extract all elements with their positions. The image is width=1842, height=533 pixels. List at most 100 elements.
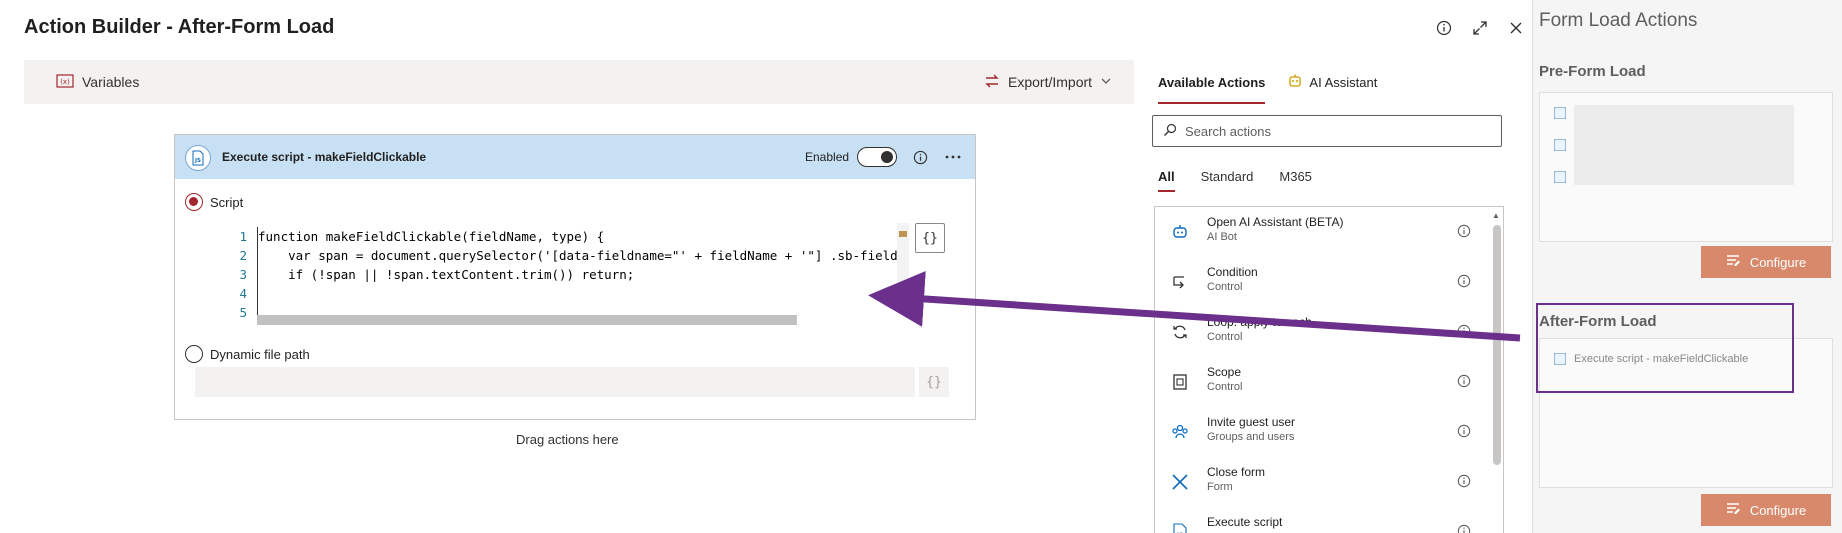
- list-item-open-ai-assistant[interactable]: Open AI Assistant (BETA) AI Bot: [1155, 207, 1485, 257]
- swap-arrows-icon: [984, 73, 1000, 92]
- card-header[interactable]: JS Execute script - makeFieldClickable E…: [175, 135, 975, 179]
- search-actions-input[interactable]: Search actions: [1152, 115, 1502, 147]
- list-item-invite-guest-user[interactable]: Invite guest user Groups and users: [1155, 407, 1485, 457]
- enabled-label: Enabled: [805, 150, 850, 164]
- invite-user-icon: [1169, 421, 1191, 443]
- line-number: 2: [239, 248, 247, 263]
- code-lines[interactable]: function makeFieldClickable(fieldName, t…: [257, 227, 898, 317]
- configure-icon: [1726, 502, 1742, 519]
- execute-script-card[interactable]: JS Execute script - makeFieldClickable E…: [174, 134, 976, 420]
- annotation-highlight-box: [1536, 303, 1794, 393]
- image-icon: [1554, 107, 1566, 119]
- form-load-actions-panel: Form Load Actions Pre-Form Load Configur…: [1532, 0, 1842, 533]
- configure-button-pre[interactable]: Configure: [1701, 246, 1831, 278]
- script-radio[interactable]: Script: [185, 193, 243, 211]
- close-icon[interactable]: [1504, 16, 1528, 40]
- chevron-down-icon: [1100, 74, 1112, 90]
- export-import-label: Export/Import: [1008, 74, 1093, 90]
- line-number: 4: [239, 286, 247, 301]
- available-actions-list[interactable]: Open AI Assistant (BETA) AI Bot Conditio…: [1154, 206, 1504, 533]
- dynamic-path-radio-circle[interactable]: [185, 345, 203, 363]
- pre-form-load-box: [1539, 92, 1833, 242]
- list-item-condition[interactable]: Condition Control: [1155, 257, 1485, 307]
- svg-text:JS: JS: [194, 158, 201, 164]
- dynamic-path-label: Dynamic file path: [210, 346, 310, 362]
- vertical-scrollbar[interactable]: [1493, 225, 1501, 465]
- action-name: Invite guest user: [1207, 415, 1296, 429]
- builder-toolbar: (x) Variables Export/Import: [24, 60, 1134, 104]
- info-icon[interactable]: [1432, 16, 1456, 40]
- ai-bot-icon: [1287, 73, 1303, 92]
- list-item-close-form[interactable]: Close form Form: [1155, 457, 1485, 507]
- code-line: if (!span || !span.textContent.trim()) r…: [258, 267, 635, 282]
- dialog-title: Action Builder - After-Form Load: [24, 16, 335, 38]
- drag-actions-hint: Drag actions here: [516, 432, 619, 447]
- script-radio-circle[interactable]: [185, 193, 203, 211]
- line-gutter: 1 2 3 4 5: [203, 227, 251, 317]
- action-info-icon[interactable]: [1455, 372, 1473, 390]
- blurred-content: [1574, 105, 1794, 185]
- action-info-icon[interactable]: [1455, 422, 1473, 440]
- js-icon: JS: [185, 145, 211, 171]
- editor-overview-ruler: [897, 223, 909, 313]
- app-root: Action Builder - After-Form Load (x) Var…: [0, 0, 1842, 533]
- pre-load-item[interactable]: [1554, 139, 1566, 151]
- more-options-icon[interactable]: [943, 147, 963, 167]
- action-info-icon[interactable]: [1455, 222, 1473, 240]
- action-name: Execute script: [1207, 515, 1283, 529]
- list-item-execute-script[interactable]: JS Execute script: [1155, 507, 1485, 533]
- file-path-input[interactable]: [195, 367, 915, 397]
- scroll-up-icon[interactable]: ▲: [1491, 211, 1501, 221]
- scope-icon: [1169, 371, 1191, 393]
- svg-text:(x): (x): [60, 78, 70, 86]
- insert-expression-button[interactable]: {}: [915, 223, 945, 253]
- action-filter-tabs: All Standard M365: [1158, 160, 1312, 192]
- action-builder-dialog: Action Builder - After-Form Load (x) Var…: [0, 0, 1532, 533]
- line-number: 1: [239, 229, 247, 244]
- dynamic-path-radio[interactable]: Dynamic file path: [185, 345, 310, 363]
- filter-standard[interactable]: Standard: [1201, 160, 1254, 192]
- expand-icon[interactable]: [1468, 16, 1492, 40]
- action-name: Close form: [1207, 465, 1266, 479]
- filter-all[interactable]: All: [1158, 160, 1175, 192]
- tab-ai-assistant[interactable]: AI Assistant: [1287, 60, 1377, 104]
- action-category: Groups and users: [1207, 431, 1295, 443]
- pre-load-item[interactable]: [1554, 171, 1566, 183]
- filter-m365[interactable]: M365: [1279, 160, 1312, 192]
- ai-bot-icon: [1169, 221, 1191, 243]
- image-icon: [1554, 171, 1566, 183]
- action-info-icon[interactable]: [1455, 272, 1473, 290]
- search-icon: [1163, 123, 1177, 140]
- action-category: Control: [1207, 331, 1243, 343]
- action-category: Form: [1207, 481, 1233, 493]
- variables-button[interactable]: (x) Variables: [56, 60, 139, 104]
- panel-title: Form Load Actions: [1539, 10, 1698, 31]
- tab-available-actions[interactable]: Available Actions: [1158, 60, 1266, 104]
- card-info-icon[interactable]: [910, 147, 930, 167]
- action-category: Control: [1207, 381, 1243, 393]
- configure-button-after[interactable]: Configure: [1701, 494, 1831, 526]
- line-number: 5: [239, 305, 247, 317]
- js-icon: JS: [1169, 521, 1191, 533]
- list-item-loop[interactable]: Loop: apply to each Control: [1155, 307, 1485, 357]
- condition-icon: [1169, 271, 1191, 293]
- search-placeholder: Search actions: [1185, 123, 1271, 139]
- enabled-toggle[interactable]: [857, 147, 897, 167]
- action-info-icon[interactable]: [1455, 472, 1473, 490]
- action-info-icon[interactable]: [1455, 322, 1473, 340]
- close-form-icon: [1169, 471, 1191, 493]
- variables-icon: (x): [56, 73, 74, 91]
- horizontal-scrollbar[interactable]: [257, 315, 797, 325]
- export-import-button[interactable]: Export/Import: [984, 60, 1112, 104]
- overview-marker: [899, 231, 907, 237]
- action-category: AI Bot: [1207, 231, 1237, 243]
- code-editor[interactable]: 1 2 3 4 5 function makeFieldClickable(fi…: [203, 223, 903, 317]
- action-name: Open AI Assistant (BETA): [1207, 215, 1344, 229]
- list-item-scope[interactable]: Scope Control: [1155, 357, 1485, 407]
- pre-load-item[interactable]: [1554, 107, 1566, 119]
- action-info-icon[interactable]: [1455, 522, 1473, 533]
- card-title: Execute script - makeFieldClickable: [222, 150, 427, 164]
- script-radio-label: Script: [210, 194, 244, 210]
- actions-tabs: Available Actions AI Assistant: [1158, 60, 1377, 104]
